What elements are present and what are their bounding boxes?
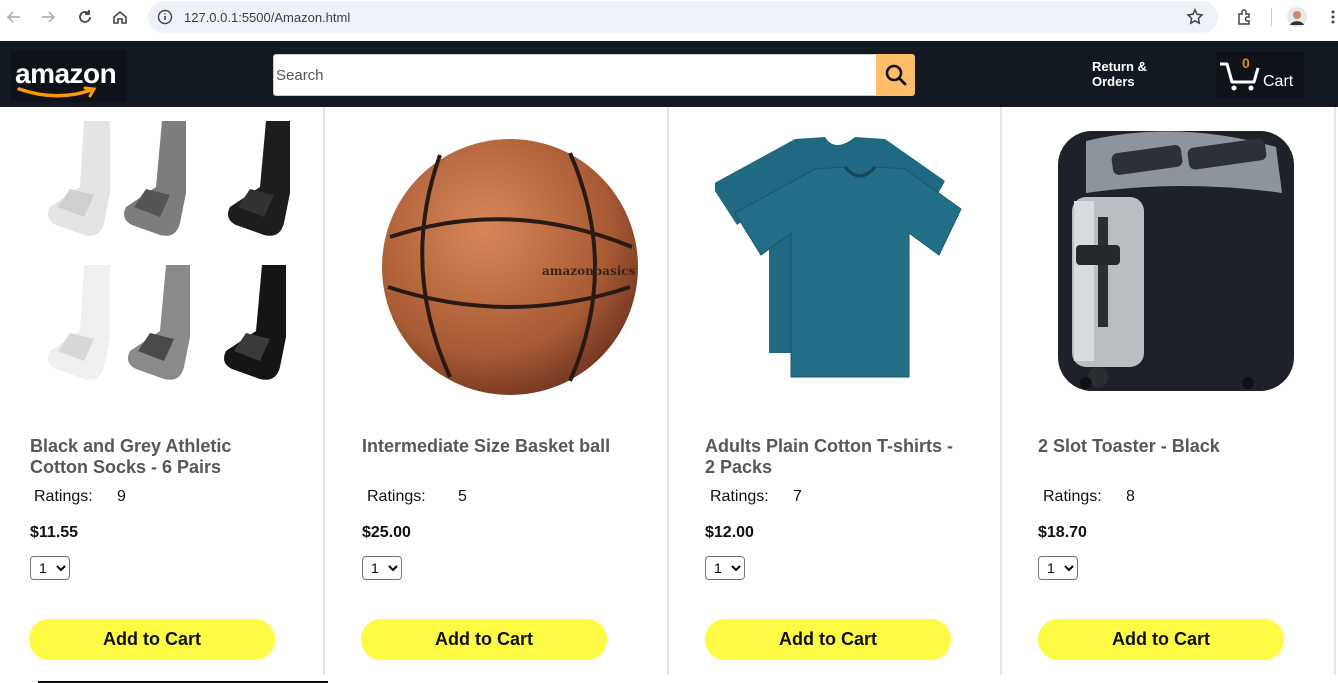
add-to-cart-button[interactable]: Add to Cart — [1038, 619, 1284, 660]
svg-text:amazonbasics: amazonbasics — [542, 264, 636, 278]
browser-toolbar: 127.0.0.1:5500/Amazon.html — [0, 0, 1338, 34]
quantity-select[interactable]: 1 — [705, 556, 745, 580]
more-menu-icon[interactable] — [1322, 6, 1338, 28]
back-icon[interactable] — [3, 6, 25, 28]
product-title[interactable]: Intermediate Size Basket ball — [362, 436, 662, 457]
cart-count: 0 — [1242, 55, 1250, 71]
product-title-line-1: Intermediate Size Basket ball — [362, 436, 611, 456]
search-button[interactable] — [876, 54, 915, 96]
ratings-label: Ratings: — [710, 488, 769, 505]
ratings-value: 7 — [793, 488, 802, 505]
extensions-icon[interactable] — [1234, 6, 1256, 28]
socks-image — [48, 121, 290, 380]
product-price: $11.55 — [30, 524, 79, 541]
product-title-line-2: Cotton Socks - 6 Pairs — [30, 457, 222, 477]
orders-line-2: Orders — [1092, 74, 1135, 89]
product-title-line-1: 2 Slot Toaster - Black — [1038, 436, 1220, 456]
home-icon[interactable] — [109, 6, 131, 28]
cart-label: Cart — [1263, 73, 1294, 90]
returns-orders-link[interactable]: Return & Orders — [1092, 59, 1147, 89]
orders-line-1: Return & — [1092, 59, 1147, 74]
ratings-label: Ratings: — [34, 488, 93, 505]
search-bar — [273, 54, 915, 96]
product-title[interactable]: 2 Slot Toaster - Black — [1038, 436, 1328, 457]
product-price: $12.00 — [705, 524, 754, 541]
cart-link[interactable]: 0 Cart — [1216, 52, 1304, 98]
product-title-line-1: Adults Plain Cotton T-shirts - — [705, 436, 953, 456]
ratings-value: 5 — [458, 488, 467, 505]
quantity-select[interactable]: 1 — [362, 556, 402, 580]
site-info-icon[interactable] — [157, 9, 173, 30]
product-grid: Black and Grey Athletic Cotton Socks - 6… — [0, 107, 1338, 683]
add-to-cart-button[interactable]: Add to Cart — [29, 619, 275, 660]
product-title[interactable]: Black and Grey Athletic Cotton Socks - 6… — [30, 436, 300, 478]
basketball-image: amazonbasics — [382, 139, 638, 395]
quantity-select[interactable]: 1 — [30, 556, 70, 580]
reload-icon[interactable] — [74, 6, 96, 28]
card-divider — [1334, 107, 1336, 675]
address-bar[interactable]: 127.0.0.1:5500/Amazon.html — [148, 1, 1218, 33]
add-to-cart-button[interactable]: Add to Cart — [361, 619, 607, 660]
product-card: Black and Grey Athletic Cotton Socks - 6… — [0, 107, 323, 675]
tshirt-image — [715, 137, 962, 378]
product-title[interactable]: Adults Plain Cotton T-shirts - 2 Packs — [705, 436, 995, 478]
amazon-logo[interactable]: amazon — [11, 50, 127, 102]
toolbar-divider — [1271, 8, 1272, 26]
cart-icon — [1220, 62, 1260, 91]
forward-icon[interactable] — [37, 6, 59, 28]
logo-smile-icon — [17, 86, 97, 98]
product-card: 2 Slot Toaster - Black Ratings: 8 $18.70… — [1002, 107, 1334, 675]
ratings-label: Ratings: — [1043, 488, 1102, 505]
search-input[interactable] — [273, 54, 876, 96]
toaster-image — [1058, 131, 1294, 391]
url-text[interactable]: 127.0.0.1:5500/Amazon.html — [184, 10, 350, 25]
quantity-select[interactable]: 1 — [1038, 556, 1078, 580]
product-price: $25.00 — [362, 524, 411, 541]
search-icon — [885, 64, 906, 86]
ratings-value: 9 — [117, 488, 126, 505]
profile-avatar[interactable] — [1286, 6, 1308, 28]
ratings-value: 8 — [1126, 488, 1135, 505]
product-card: Adults Plain Cotton T-shirts - 2 Packs R… — [669, 107, 1000, 675]
product-title-line-2: 2 Packs — [705, 457, 773, 477]
site-header: amazon Return & Orders 0 Cart — [0, 41, 1338, 107]
product-title-line-1: Black and Grey Athletic — [30, 436, 232, 456]
add-to-cart-button[interactable]: Add to Cart — [705, 619, 951, 660]
bookmark-star-icon[interactable] — [1186, 8, 1204, 31]
product-price: $18.70 — [1038, 524, 1087, 541]
ratings-label: Ratings: — [367, 488, 426, 505]
product-card: amazonbasics Intermediate Size Basket ba… — [325, 107, 667, 675]
